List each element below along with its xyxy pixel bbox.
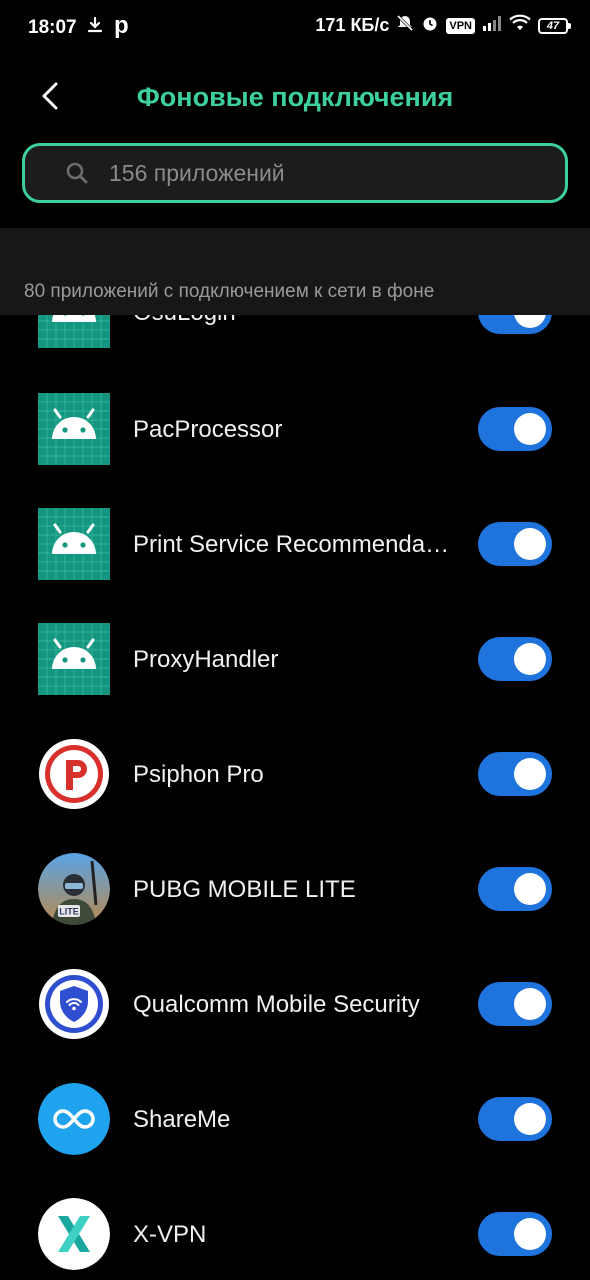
app-list[interactable]: OsuLogin PacProcessor Print Service Reco… bbox=[0, 315, 590, 1280]
vpn-badge: VPN bbox=[446, 17, 475, 34]
background-data-toggle[interactable] bbox=[478, 982, 552, 1026]
app-name: Psiphon Pro bbox=[133, 761, 264, 788]
signal-icon bbox=[482, 14, 502, 37]
app-name: OsuLogin bbox=[133, 315, 453, 370]
toggle-knob bbox=[514, 988, 546, 1020]
toggle-knob bbox=[514, 413, 546, 445]
background-data-toggle[interactable] bbox=[478, 522, 552, 566]
toggle-knob bbox=[514, 758, 546, 790]
android-icon bbox=[38, 393, 110, 465]
background-data-toggle[interactable] bbox=[478, 867, 552, 911]
background-data-toggle[interactable] bbox=[478, 315, 552, 334]
search-input[interactable] bbox=[107, 158, 565, 188]
download-icon bbox=[86, 16, 104, 39]
svg-text:LITE: LITE bbox=[59, 907, 79, 917]
toggle-knob bbox=[514, 1218, 546, 1250]
list-item[interactable]: Qualcomm Mobile Security bbox=[0, 947, 590, 1062]
section-caption: 80 приложений с подключением к сети в фо… bbox=[24, 281, 435, 302]
shareme-icon bbox=[38, 1083, 110, 1155]
xvpn-icon bbox=[38, 1198, 110, 1270]
toggle-knob bbox=[514, 873, 546, 905]
network-speed: 171 КБ/с bbox=[315, 15, 390, 35]
toggle-knob bbox=[514, 643, 546, 675]
pubg-icon: LITE bbox=[38, 853, 110, 925]
status-icons: 171 КБ/с VPN 47 bbox=[315, 14, 571, 37]
list-item[interactable]: ProxyHandler bbox=[0, 602, 590, 717]
list-item[interactable]: ShareMe bbox=[0, 1062, 590, 1177]
qualcomm-security-icon bbox=[38, 968, 110, 1040]
battery-icon: 47 bbox=[538, 17, 571, 34]
android-icon bbox=[38, 508, 110, 580]
status-time: 18:07 bbox=[28, 17, 77, 38]
app-name: X-VPN bbox=[133, 1221, 207, 1248]
list-item[interactable]: LITE PUBG MOBILE LITE bbox=[0, 832, 590, 947]
search-icon bbox=[66, 162, 88, 184]
background-data-toggle[interactable] bbox=[478, 1097, 552, 1141]
toggle-knob bbox=[514, 528, 546, 560]
background-data-toggle[interactable] bbox=[478, 752, 552, 796]
background-data-toggle[interactable] bbox=[478, 1212, 552, 1256]
app-name: ProxyHandler bbox=[133, 646, 279, 673]
android-icon bbox=[38, 623, 110, 695]
app-name: Qualcomm Mobile Security bbox=[133, 991, 420, 1018]
page-title: Фоновые подключения bbox=[136, 82, 454, 112]
list-item[interactable]: PacProcessor bbox=[0, 372, 590, 487]
toggle-knob bbox=[514, 1103, 546, 1135]
list-item[interactable]: Psiphon Pro bbox=[0, 717, 590, 832]
wifi-icon bbox=[509, 14, 531, 37]
android-icon bbox=[38, 315, 110, 348]
toggle-knob bbox=[514, 315, 546, 328]
list-item[interactable]: X-VPN bbox=[0, 1177, 590, 1280]
app-name: PacProcessor bbox=[133, 416, 283, 443]
app-name: Print Service Recommenda… bbox=[133, 531, 450, 558]
background-data-toggle[interactable] bbox=[478, 637, 552, 681]
search-box[interactable] bbox=[22, 143, 568, 203]
background-data-toggle[interactable] bbox=[478, 407, 552, 451]
psiphon-icon bbox=[38, 738, 110, 810]
list-item[interactable]: Print Service Recommenda… bbox=[0, 487, 590, 602]
app-name: ShareMe bbox=[133, 1106, 231, 1133]
alarm-icon bbox=[421, 14, 439, 37]
status-bar: 18:07 p 171 КБ/с VPN 47 bbox=[0, 0, 590, 56]
mute-icon bbox=[396, 14, 414, 37]
battery-level: 47 bbox=[546, 19, 560, 32]
app-name: PUBG MOBILE LITE bbox=[133, 876, 356, 903]
list-item[interactable]: OsuLogin bbox=[0, 315, 590, 370]
p-notification-icon: p bbox=[114, 12, 129, 39]
